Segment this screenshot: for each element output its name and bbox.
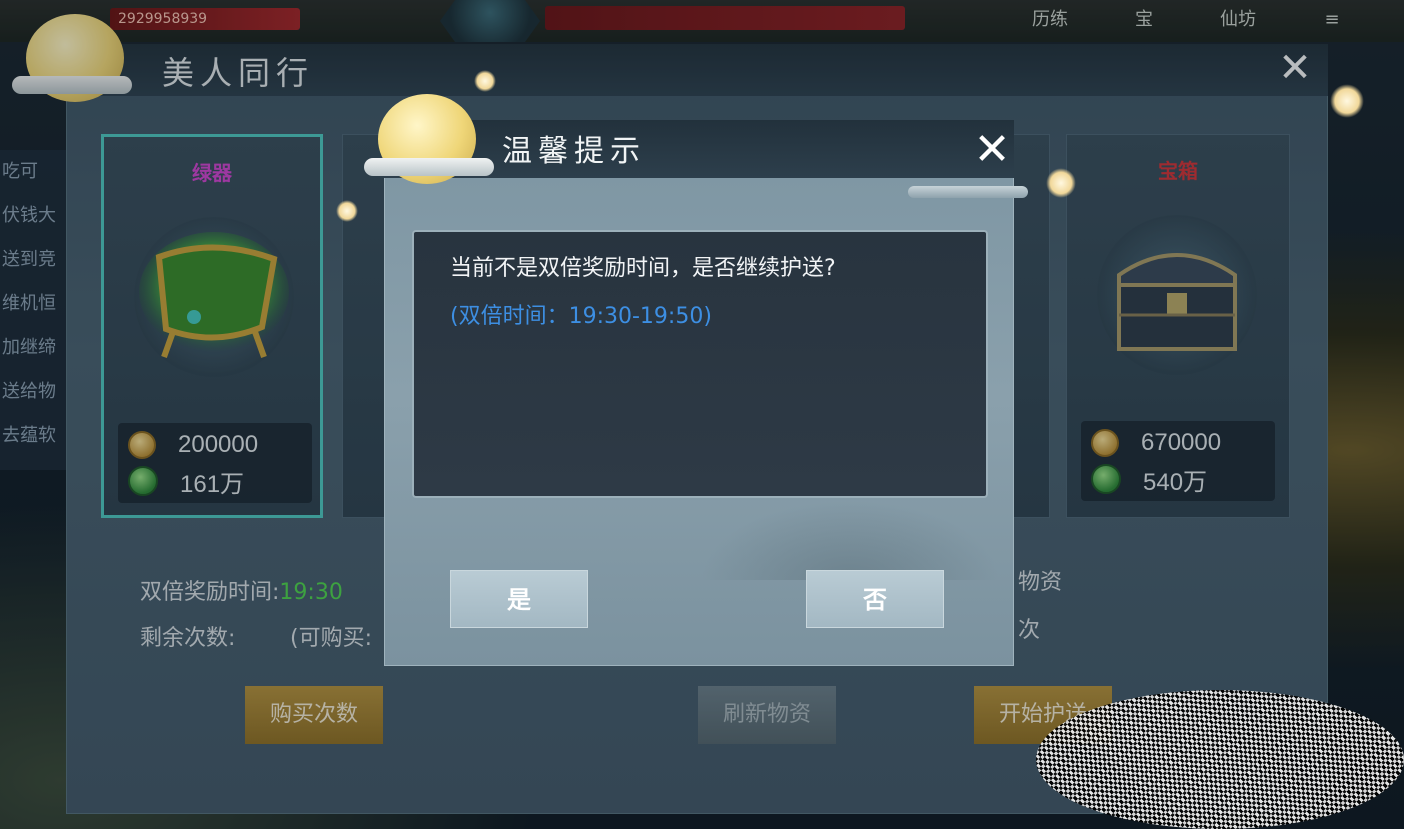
cloud-ornament-icon <box>364 158 494 176</box>
close-icon[interactable]: ✕ <box>962 126 1022 174</box>
dialog-message: 当前不是双倍奖励时间，是否继续护送? <box>450 256 836 281</box>
butterfly-icon <box>474 70 496 92</box>
obscured-overlay <box>1036 690 1404 829</box>
no-button[interactable]: 否 <box>806 570 944 628</box>
butterfly-icon <box>1330 84 1364 118</box>
mountain-ornament <box>700 500 1000 580</box>
yes-button[interactable]: 是 <box>450 570 588 628</box>
double-time-hint: (双倍时间：19:30-19:50) <box>450 304 712 329</box>
butterfly-icon <box>1046 168 1076 198</box>
tip-dialog-title: 温馨提示 <box>502 134 646 169</box>
butterfly-icon <box>336 200 358 222</box>
scroll-ornament <box>908 186 1028 198</box>
